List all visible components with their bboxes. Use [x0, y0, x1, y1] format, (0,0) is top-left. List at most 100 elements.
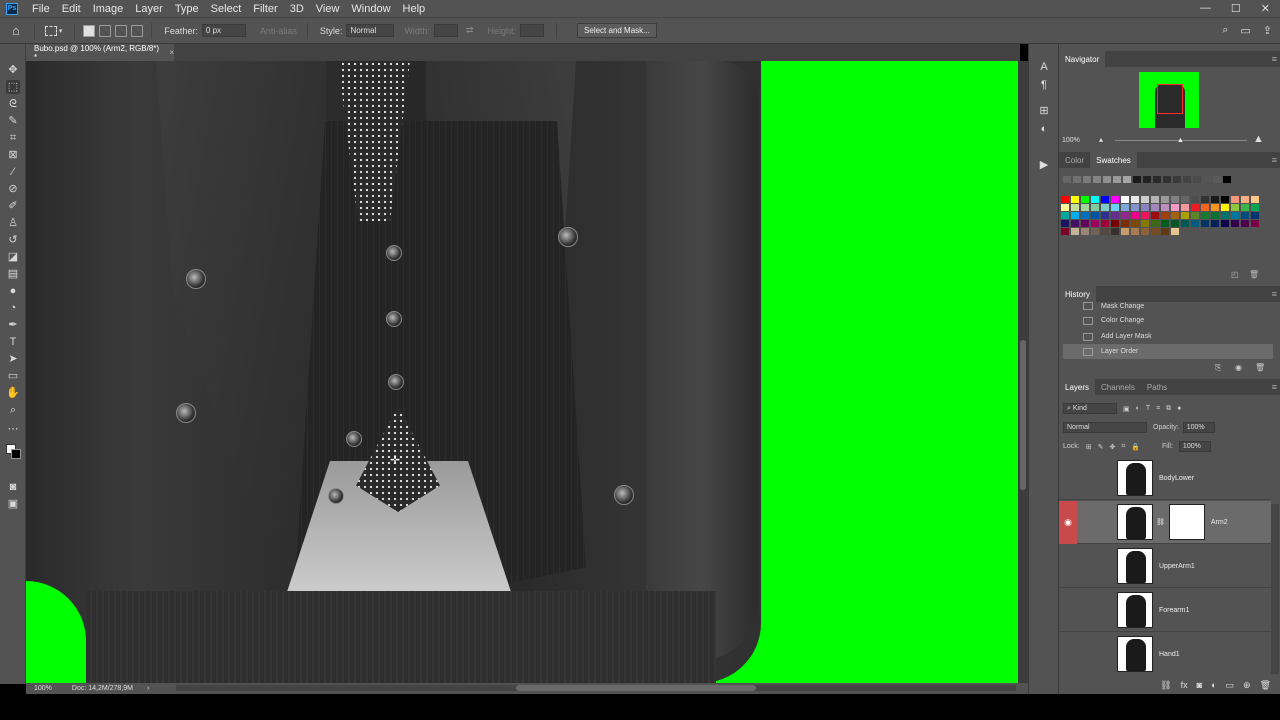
swatch[interactable] [1211, 212, 1219, 219]
swatch[interactable] [1161, 204, 1169, 211]
swatch[interactable] [1171, 196, 1179, 203]
swatch[interactable] [1171, 212, 1179, 219]
new-document-from-state-icon[interactable]: ⎘ [1215, 363, 1221, 373]
brush-tool-icon[interactable]: ✐ [6, 199, 20, 213]
swatch[interactable] [1131, 212, 1139, 219]
zoom-tool-icon[interactable]: ⌕ [6, 403, 20, 417]
tab-history[interactable]: History [1059, 286, 1096, 302]
swatch[interactable] [1131, 220, 1139, 227]
blend-mode-select[interactable]: Normal [1063, 422, 1147, 433]
swatch[interactable] [1101, 204, 1109, 211]
intersect-selection-mode-button[interactable] [131, 24, 144, 37]
swatch[interactable] [1061, 228, 1069, 235]
rectangle-tool-icon[interactable]: ▭ [6, 369, 20, 383]
swatch[interactable] [1231, 220, 1239, 227]
swatch[interactable] [1201, 196, 1209, 203]
new-group-icon[interactable]: ▭ [1226, 680, 1235, 691]
swatch[interactable] [1151, 196, 1159, 203]
document-tab[interactable]: Bubo.psd @ 100% (Arm2, RGB/8*) * × [26, 44, 174, 62]
history-brush-tool-icon[interactable]: ↺ [6, 233, 20, 247]
share-icon[interactable]: ⇪ [1263, 24, 1272, 37]
subtract-selection-mode-button[interactable] [115, 24, 128, 37]
navigator-menu-icon[interactable]: ≡ [1272, 54, 1277, 64]
swatch[interactable] [1151, 228, 1159, 235]
swatch[interactable] [1091, 220, 1099, 227]
lock-artboard-icon[interactable]: ⌗ [1121, 443, 1125, 451]
swatch[interactable] [1163, 176, 1171, 183]
swatch[interactable] [1221, 204, 1229, 211]
swatches-menu-icon[interactable]: ≡ [1272, 155, 1277, 165]
lock-image-icon[interactable]: ✎ [1098, 443, 1104, 451]
swatch[interactable] [1081, 212, 1089, 219]
visibility-toggle[interactable] [1059, 545, 1077, 588]
add-mask-icon[interactable]: ◙ [1197, 680, 1202, 690]
close-tab-icon[interactable]: × [169, 48, 174, 57]
horizontal-scrollbar-thumb[interactable] [516, 685, 756, 691]
swatch[interactable] [1241, 212, 1249, 219]
swatch[interactable] [1141, 212, 1149, 219]
swatch[interactable] [1231, 196, 1239, 203]
swatch[interactable] [1231, 212, 1239, 219]
clone-stamp-tool-icon[interactable]: ♙ [6, 216, 20, 230]
menu-type[interactable]: Type [169, 3, 205, 15]
navigator-zoom-value[interactable]: 100% [1062, 137, 1080, 144]
layer-list-scrollbar[interactable] [1271, 504, 1279, 674]
history-item[interactable]: Color Change [1063, 313, 1273, 328]
swatch[interactable] [1141, 204, 1149, 211]
swatch[interactable] [1211, 220, 1219, 227]
properties-panel-icon[interactable] [1037, 132, 1051, 146]
delete-swatch-icon[interactable]: 🗑 [1249, 270, 1259, 279]
swatch[interactable] [1251, 204, 1259, 211]
tab-paths[interactable]: Paths [1141, 379, 1173, 395]
layer-row[interactable]: Forearm1 [1059, 589, 1271, 632]
swatch[interactable] [1171, 228, 1179, 235]
swatch[interactable] [1123, 176, 1131, 183]
swatch[interactable] [1063, 176, 1071, 183]
width-input[interactable] [433, 24, 458, 37]
swatch[interactable] [1071, 212, 1079, 219]
swatch[interactable] [1111, 196, 1119, 203]
swatch[interactable] [1081, 196, 1089, 203]
swap-dimensions-icon[interactable]: ⇄ [466, 25, 474, 36]
swatch[interactable] [1091, 204, 1099, 211]
swatch[interactable] [1151, 212, 1159, 219]
hand-tool-icon[interactable]: ✋ [6, 386, 20, 400]
link-layers-icon[interactable]: ⛓ [1160, 680, 1171, 691]
swatch[interactable] [1083, 176, 1091, 183]
lock-all-icon[interactable]: 🔒 [1131, 443, 1140, 451]
swatch[interactable] [1071, 196, 1079, 203]
swatch[interactable] [1081, 204, 1089, 211]
pen-tool-icon[interactable]: ✒ [6, 318, 20, 332]
new-selection-mode-button[interactable] [83, 24, 96, 37]
menu-layer[interactable]: Layer [129, 3, 169, 15]
swatch[interactable] [1223, 176, 1231, 183]
swatch[interactable] [1181, 220, 1189, 227]
swatch[interactable] [1121, 212, 1129, 219]
navigator-tab[interactable]: Navigator [1059, 51, 1106, 67]
swatch[interactable] [1121, 228, 1129, 235]
swatch[interactable] [1093, 176, 1101, 183]
swatch[interactable] [1101, 228, 1109, 235]
tab-channels[interactable]: Channels [1095, 379, 1141, 395]
swatch[interactable] [1191, 196, 1199, 203]
filter-shape-icon[interactable]: ⌗ [1156, 405, 1160, 413]
swatch[interactable] [1111, 220, 1119, 227]
swatch[interactable] [1131, 196, 1139, 203]
swatch[interactable] [1101, 220, 1109, 227]
swatch[interactable] [1171, 204, 1179, 211]
add-selection-mode-button[interactable] [99, 24, 112, 37]
style-select[interactable]: Normal [346, 24, 395, 37]
mask-link-icon[interactable]: ⛓ [1156, 518, 1165, 526]
eyedropper-tool-icon[interactable]: ⁄ [6, 165, 20, 179]
layer-row[interactable]: UpperArm1 [1059, 545, 1271, 588]
delete-state-icon[interactable]: 🗑 [1255, 363, 1265, 372]
antialias-checkbox[interactable]: Anti-alias [260, 26, 297, 36]
zoom-in-icon[interactable]: ▲ [1253, 133, 1264, 145]
quick-mask-icon[interactable]: ◙ [6, 480, 20, 494]
layer-row[interactable]: Hand1 [1059, 633, 1271, 675]
crop-tool-icon[interactable]: ⌗ [6, 131, 20, 145]
swatch[interactable] [1143, 176, 1151, 183]
select-and-mask-button[interactable]: Select and Mask... [577, 23, 657, 38]
layer-style-fx-icon[interactable]: fx [1181, 680, 1188, 690]
swatch[interactable] [1133, 176, 1141, 183]
